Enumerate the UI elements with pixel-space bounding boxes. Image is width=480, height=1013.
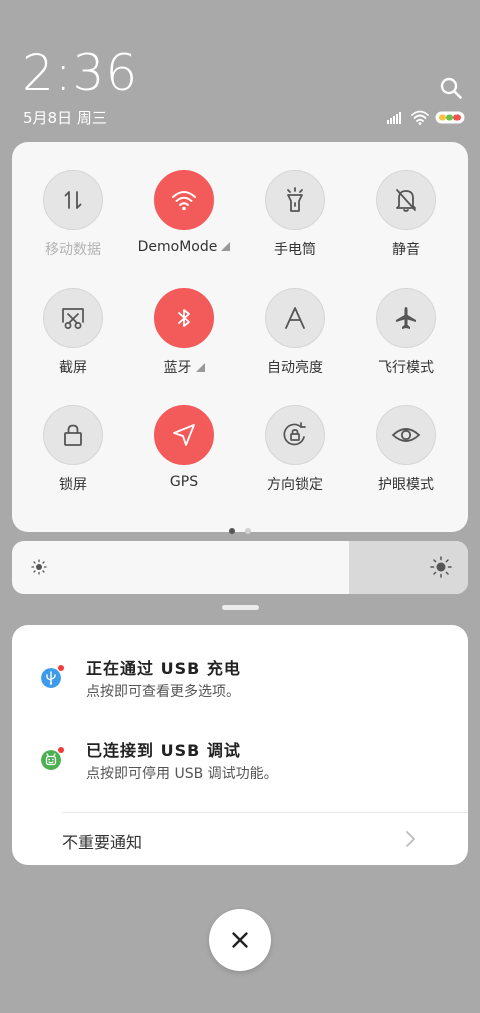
divider	[62, 812, 468, 813]
signal-icon	[387, 112, 401, 124]
tile-wifi[interactable]: DemoMode	[129, 170, 239, 255]
tile-label: 飞行模式	[378, 360, 434, 376]
drag-handle[interactable]	[222, 605, 259, 610]
wifi-status-icon	[411, 110, 429, 122]
mobile-data-button[interactable]	[43, 170, 103, 230]
android-debug-icon	[41, 750, 61, 770]
lock-icon	[64, 424, 82, 446]
page-dot-active	[229, 528, 235, 534]
tile-bluetooth[interactable]: 蓝牙	[129, 288, 239, 377]
tile-rotation-lock[interactable]: 方向锁定	[240, 405, 350, 494]
silent-button[interactable]	[376, 170, 436, 230]
notification-usb-charging[interactable]: 正在通过 USB 充电 点按即可查看更多选项。	[12, 653, 468, 713]
tile-label: 自动亮度	[267, 360, 323, 376]
rotation-lock-button[interactable]	[265, 405, 325, 465]
flashlight-icon	[287, 187, 303, 212]
expand-triangle-icon	[195, 363, 205, 372]
auto-brightness-button[interactable]	[265, 288, 325, 348]
tile-eye-care[interactable]: 护眼模式	[351, 405, 461, 494]
notification-panel: 正在通过 USB 充电 点按即可查看更多选项。 已连接到 USB 调试 点按即可…	[12, 625, 468, 865]
tile-label: 手电筒	[274, 242, 316, 258]
bluetooth-icon	[178, 309, 190, 327]
tile-label-wifi: DemoMode	[129, 239, 239, 255]
bluetooth-button[interactable]	[154, 288, 214, 348]
tile-auto-brightness[interactable]: 自动亮度	[240, 288, 350, 377]
clock-time: 2:36	[22, 44, 139, 102]
brightness-low-icon	[31, 559, 47, 575]
date-label: 5月8日 周三	[23, 109, 107, 127]
lock-screen-button[interactable]	[43, 405, 103, 465]
usb-icon	[41, 668, 61, 688]
page-indicator	[12, 519, 468, 538]
tile-screenshot[interactable]: 截屏	[18, 288, 128, 377]
tile-label: GPS	[169, 474, 199, 490]
tile-label: 截屏	[59, 360, 87, 376]
notification-title: 正在通过 USB 充电	[86, 659, 241, 678]
unread-dot	[58, 747, 64, 753]
page-dot	[245, 528, 251, 534]
notification-text: 点按即可停用 USB 调试功能。	[86, 766, 278, 782]
tile-silent[interactable]: 静音	[351, 170, 461, 259]
gps-button[interactable]	[154, 405, 214, 465]
brightness-high-icon	[430, 556, 452, 578]
tile-airplane[interactable]: 飞行模式	[351, 288, 461, 377]
eye-icon	[391, 428, 421, 442]
tile-lock-screen[interactable]: 锁屏	[18, 405, 128, 494]
airplane-icon	[396, 307, 416, 329]
tile-flashlight[interactable]: 手电筒	[240, 170, 350, 259]
tile-label: 锁屏	[59, 477, 87, 493]
tile-label-bluetooth: 蓝牙	[129, 357, 239, 377]
search-icon[interactable]	[440, 77, 462, 99]
unimportant-notifications-link[interactable]: 不重要通知	[62, 829, 142, 853]
tile-label: 静音	[392, 242, 420, 258]
notification-text: 点按即可查看更多选项。	[86, 684, 240, 700]
close-icon	[232, 932, 248, 948]
wifi-icon	[172, 191, 196, 211]
screenshot-button[interactable]	[43, 288, 103, 348]
bell-off-icon	[396, 189, 416, 212]
tile-mobile-data[interactable]: 移动数据	[18, 170, 128, 259]
eye-care-button[interactable]	[376, 405, 436, 465]
tile-label: 蓝牙	[163, 360, 192, 376]
tile-label: DemoMode	[137, 239, 218, 255]
chevron-right-icon[interactable]	[405, 829, 417, 849]
airplane-button[interactable]	[376, 288, 436, 348]
wifi-button[interactable]	[154, 170, 214, 230]
tile-gps[interactable]: GPS	[129, 405, 239, 490]
tile-label: 方向锁定	[267, 477, 323, 493]
brightness-slider[interactable]	[12, 541, 468, 594]
expand-triangle-icon	[221, 242, 231, 251]
notification-title: 已连接到 USB 调试	[86, 741, 241, 760]
auto-brightness-icon	[285, 307, 305, 329]
clear-all-button[interactable]	[209, 909, 271, 971]
screenshot-icon	[62, 308, 84, 329]
notification-usb-debug[interactable]: 已连接到 USB 调试 点按即可停用 USB 调试功能。	[12, 735, 468, 795]
location-icon	[173, 424, 195, 446]
tile-label: 移动数据	[45, 242, 101, 258]
tile-label: 护眼模式	[378, 477, 434, 493]
quick-settings-panel: 移动数据 DemoMode 手电筒 静音 截屏 蓝牙 自动亮度 飞行模式 锁屏 …	[12, 142, 468, 534]
battery-icon	[435, 111, 465, 124]
mobile-data-icon	[64, 191, 82, 209]
unread-dot	[58, 665, 64, 671]
flashlight-button[interactable]	[265, 170, 325, 230]
rotation-lock-icon	[283, 422, 306, 446]
status-icons	[387, 110, 465, 125]
